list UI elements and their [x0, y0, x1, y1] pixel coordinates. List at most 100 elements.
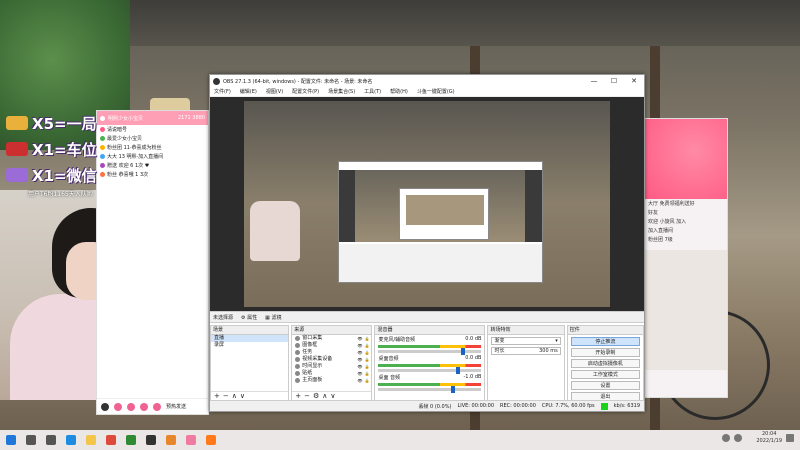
visibility-eye-icon[interactable]: 👁 — [357, 356, 362, 363]
overlay-row-text: X1=车位 — [32, 140, 97, 159]
visibility-eye-icon[interactable]: 👁 — [357, 342, 362, 349]
network-icon[interactable] — [722, 434, 731, 442]
right-chat-message-list: 大厅 免费领福利送好 好友 欢迎 小旋风 加入 加入直播间 粉丝团 7级 — [645, 199, 727, 244]
lock-icon[interactable]: 🔒 — [365, 335, 372, 342]
volume-meter — [378, 345, 482, 348]
sources-title: 来源 — [292, 326, 372, 335]
gift-send-button[interactable]: 预热发送 — [166, 403, 186, 410]
volume-slider[interactable] — [378, 386, 482, 393]
source-item[interactable]: 任务 👁 🔒 — [292, 349, 371, 356]
volume-meter — [378, 383, 482, 386]
windows-start-icon[interactable] — [6, 435, 16, 445]
control-button[interactable]: 设置 — [570, 381, 640, 390]
lock-icon[interactable]: 🔒 — [365, 342, 372, 349]
source-item[interactable]: 视频采集设备 👁 🔒 — [292, 356, 371, 363]
douyu-icon[interactable] — [206, 435, 216, 445]
right-chat-message: 欢迎 小旋风 加入 — [648, 219, 687, 225]
source-item[interactable]: 主页面板 👁 🔒 — [292, 377, 371, 384]
menu-item[interactable]: 文件(F) — [214, 88, 231, 95]
media-player-icon[interactable] — [126, 435, 136, 445]
user-avatar-icon[interactable] — [101, 402, 109, 411]
volume-slider-handle[interactable] — [460, 348, 465, 355]
obs-preview-canvas[interactable] — [210, 97, 644, 311]
volume-slider[interactable] — [378, 367, 482, 374]
microphone-icon[interactable] — [114, 402, 122, 411]
menu-item[interactable]: 斗鱼一键配置(G) — [417, 88, 455, 95]
controls-dock: 控件 停止推流 开始录制 启动虚拟摄像机 工作室模式 设置 退出 — [566, 325, 644, 401]
visibility-eye-icon[interactable]: 👁 — [357, 349, 362, 356]
control-button[interactable]: 开始录制 — [570, 348, 640, 357]
mixer-channel-header: 麦克风/辅助音频 0.0 dB — [378, 336, 481, 343]
transitions-title: 转场特效 — [488, 326, 564, 335]
gold-bar-icon — [6, 116, 28, 130]
mixer-channel: 麦克风/辅助音频 0.0 dB — [375, 335, 484, 355]
menu-item[interactable]: 帮助(H) — [390, 88, 408, 95]
visibility-eye-icon[interactable]: 👁 — [357, 370, 362, 377]
obs-menubar: 文件(F) 编辑(E) 视图(V) 配置文件(P) 场景集合(S) 工具(T) 帮助(H) 斗… — [210, 87, 644, 97]
stream-overlay: X5=一局 X1=车位 X1=微信 — [6, 110, 122, 188]
volume-slider-handle[interactable] — [455, 367, 460, 374]
maximize-button[interactable]: ☐ — [604, 77, 624, 85]
mixer-channel: 桌面 音频 -1.0 dB — [375, 373, 484, 393]
source-item[interactable]: 图像框 👁 🔒 — [292, 342, 371, 349]
source-item-label: 主页面板 — [302, 377, 323, 383]
visibility-eye-icon[interactable]: 👁 — [357, 335, 362, 342]
controls-title: 控件 — [567, 326, 643, 335]
heart-icon[interactable] — [127, 402, 135, 411]
source-item[interactable]: 贴纸 👁 🔒 — [292, 370, 371, 377]
control-button[interactable]: 启动虚拟摄像机 — [570, 359, 640, 368]
obs-titlebar[interactable]: OBS 27.1.3 (64-bit, windows) - 配置文件: 未命名… — [210, 75, 644, 87]
source-type-icon — [295, 336, 301, 341]
menu-item[interactable]: 场景集合(S) — [328, 88, 355, 95]
file-explorer-icon[interactable] — [86, 435, 96, 445]
volume-slider-handle[interactable] — [450, 386, 455, 393]
visibility-eye-icon[interactable]: 👁 — [357, 377, 362, 384]
scene-item[interactable]: 录屏 — [211, 342, 288, 349]
minimize-button[interactable]: — — [584, 77, 604, 85]
lock-icon[interactable]: 🔒 — [365, 377, 372, 384]
volume-meter — [378, 364, 482, 367]
equalizer-icon[interactable] — [140, 402, 148, 411]
task-view-icon[interactable] — [46, 435, 56, 445]
overlay-row: X1=微信 — [6, 162, 122, 188]
properties-button[interactable]: ⚙ 属性 — [241, 314, 257, 321]
obs-window[interactable]: OBS 27.1.3 (64-bit, windows) - 配置文件: 未命名… — [209, 74, 645, 412]
control-button[interactable]: 工作室模式 — [570, 370, 640, 379]
source-type-icon — [295, 343, 301, 348]
scenes-dock: 场景 直播 录屏 +−∧∨ — [210, 325, 290, 401]
menu-item[interactable]: 工具(T) — [364, 88, 381, 95]
source-item[interactable]: 时间显示 👁 🔒 — [292, 363, 371, 370]
lock-icon[interactable]: 🔒 — [365, 356, 372, 363]
source-item[interactable]: 窗口采集 👁 🔒 — [292, 335, 371, 342]
notifications-icon[interactable] — [786, 434, 794, 442]
visibility-eye-icon[interactable]: 👁 — [357, 363, 362, 370]
airplane-icon — [6, 142, 28, 156]
lock-icon[interactable]: 🔒 — [365, 363, 372, 370]
filters-button[interactable]: ▦ 滤镜 — [265, 314, 281, 321]
scene-item[interactable]: 直播 — [211, 335, 289, 342]
menu-item[interactable]: 编辑(E) — [240, 88, 257, 95]
control-button[interactable]: 停止推流 — [570, 337, 640, 346]
game-icon[interactable] — [166, 435, 176, 445]
bilibili-icon[interactable] — [186, 435, 196, 445]
transition-duration[interactable]: 时长 300 ms — [491, 347, 561, 355]
obs-icon[interactable] — [146, 435, 156, 445]
lock-icon[interactable]: 🔒 — [365, 370, 372, 377]
transition-select[interactable]: 渐变 ▾ — [491, 337, 561, 345]
close-button[interactable]: ✕ — [624, 77, 644, 85]
menu-item[interactable]: 视图(V) — [266, 88, 283, 95]
menu-item[interactable]: 配置文件(P) — [292, 88, 319, 95]
chrome-icon[interactable] — [106, 435, 116, 445]
clock[interactable]: 20:04 2022/1/19 — [756, 431, 782, 445]
volume-slider[interactable] — [378, 348, 482, 355]
search-icon[interactable] — [26, 435, 36, 445]
edge-icon[interactable] — [66, 435, 76, 445]
mixer-channel-name: 桌面音频 — [378, 356, 399, 362]
scenes-toolbar[interactable]: +−∧∨ — [211, 391, 289, 400]
lock-icon[interactable]: 🔒 — [365, 349, 372, 356]
mixer-channel-header: 桌面音频 0.0 dB — [378, 355, 481, 362]
volume-icon[interactable] — [734, 434, 743, 442]
gift-icon[interactable] — [153, 402, 161, 411]
windows-taskbar: 20:04 2022/1/19 — [0, 430, 800, 450]
sources-toolbar[interactable]: +−⚙∧∨ — [292, 391, 372, 400]
